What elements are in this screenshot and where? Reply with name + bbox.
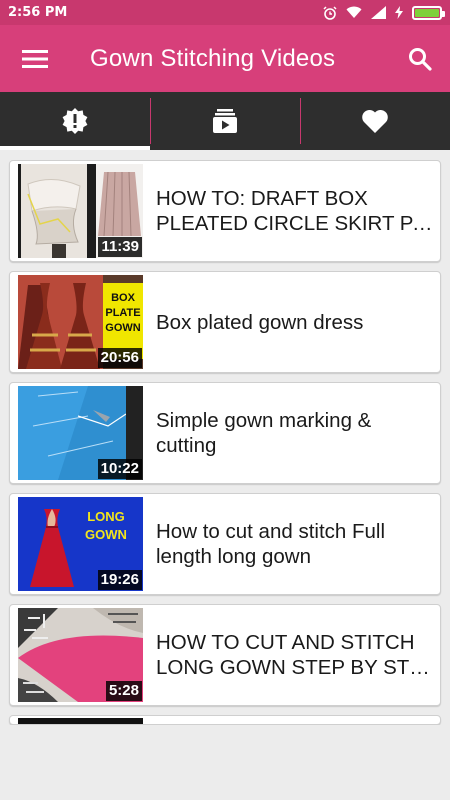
wifi-icon — [346, 6, 362, 18]
status-bar: 2:56 PM — [0, 0, 450, 25]
menu-button[interactable] — [0, 25, 70, 92]
hamburger-menu-icon — [22, 49, 48, 68]
video-card[interactable] — [9, 715, 441, 725]
video-thumbnail — [18, 718, 143, 724]
tab-playlists[interactable] — [150, 92, 300, 150]
video-library-icon — [213, 109, 237, 133]
video-title: Box plated gown dress — [156, 310, 364, 334]
search-icon — [409, 47, 432, 71]
video-thumbnail: BOX PLATE GOWN 20:56 — [18, 275, 143, 369]
tab-bar — [0, 92, 450, 150]
heart-icon — [362, 109, 388, 133]
battery-icon — [412, 5, 445, 20]
video-thumbnail: LONG GOWN 19:26 — [18, 497, 143, 591]
video-title: Simple gown marking & cutting — [156, 409, 372, 457]
video-card[interactable]: 11:39 HOW TO: DRAFT BOX PLEATED CIRCLE S… — [9, 160, 441, 262]
tab-featured[interactable] — [0, 92, 150, 150]
video-duration: 20:56 — [97, 348, 142, 368]
signal-icon — [371, 6, 386, 19]
status-time: 2:56 PM — [8, 5, 68, 20]
video-thumbnail: 5:28 — [18, 608, 143, 702]
video-title: How to cut and stitch Full length long g… — [156, 520, 386, 568]
video-card[interactable]: BOX PLATE GOWN 20:56 Box plated gown dre… — [9, 271, 441, 373]
video-thumbnail: 10:22 — [18, 386, 143, 480]
video-list: 11:39 HOW TO: DRAFT BOX PLEATED CIRCLE S… — [0, 150, 450, 725]
empty-area — [0, 725, 450, 800]
video-duration: 10:22 — [97, 459, 142, 479]
video-title: HOW TO CUT AND STITCH LONG GOWN STEP BY … — [156, 631, 434, 679]
charging-icon — [395, 6, 403, 19]
video-card[interactable]: 10:22 Simple gown marking & cutting — [9, 382, 441, 484]
video-card[interactable]: 5:28 HOW TO CUT AND STITCH LONG GOWN STE… — [9, 604, 441, 706]
video-thumbnail: 11:39 — [18, 164, 143, 258]
alert-badge-icon — [62, 108, 88, 134]
tab-favorites[interactable] — [300, 92, 450, 150]
alarm-icon — [323, 5, 337, 20]
search-button[interactable] — [390, 25, 450, 92]
video-duration: 5:28 — [105, 681, 142, 701]
video-duration: 11:39 — [98, 237, 142, 257]
video-duration: 19:26 — [97, 570, 142, 590]
video-card[interactable]: LONG GOWN 19:26 How to cut and stitch Fu… — [9, 493, 441, 595]
app-bar: Gown Stitching Videos — [0, 25, 450, 92]
app-title: Gown Stitching Videos — [90, 44, 336, 72]
video-title: HOW TO: DRAFT BOX PLEATED CIRCLE SKIRT P… — [156, 187, 434, 235]
